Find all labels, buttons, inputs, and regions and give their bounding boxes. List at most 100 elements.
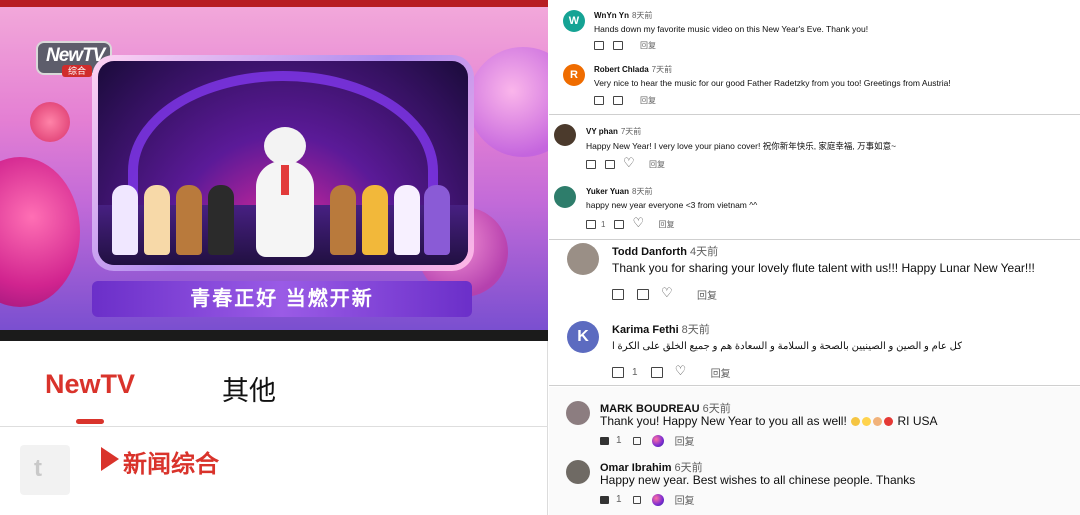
dislike-icon[interactable]	[632, 436, 641, 445]
reply-button[interactable]: 回复	[675, 492, 695, 507]
dancer-figure	[394, 185, 420, 255]
smile-emoji-icon	[862, 417, 872, 426]
decor-planet	[30, 102, 70, 142]
reply-button[interactable]: 回复	[697, 287, 717, 302]
decor-planet	[0, 157, 80, 307]
like-icon[interactable]	[612, 367, 624, 378]
top-accent-bar	[0, 0, 548, 7]
comment-text: Thank you! Happy New Year to you all as …	[600, 414, 938, 428]
avatar[interactable]	[566, 401, 590, 425]
avatar[interactable]	[554, 124, 576, 146]
heart-icon[interactable]	[661, 285, 673, 301]
reply-button[interactable]: 回复	[640, 95, 656, 106]
channel-thumbnail[interactable]: t	[20, 445, 70, 495]
like-icon[interactable]	[594, 41, 604, 50]
like-icon[interactable]	[612, 289, 624, 300]
dislike-icon[interactable]	[650, 367, 663, 378]
comment-actions: 1 回复	[600, 492, 695, 507]
avatar[interactable]	[554, 186, 576, 208]
reply-button[interactable]: 回复	[675, 433, 695, 448]
dislike-icon[interactable]	[637, 289, 649, 300]
avatar[interactable]: R	[563, 64, 585, 86]
comment-time: 8天前	[681, 324, 710, 336]
comment-text: Very nice to hear the music for our good…	[594, 78, 951, 88]
dancer-figure	[330, 185, 356, 255]
like-icon[interactable]	[600, 436, 609, 445]
comment-text: Happy new year. Best wishes to all chine…	[600, 473, 916, 487]
like-count: 1	[616, 494, 622, 505]
comment-actions: 回复	[594, 95, 656, 106]
reply-button[interactable]: 回复	[711, 365, 731, 380]
comment-text: happy new year everyone <3 from vietnam …	[586, 200, 758, 210]
comment-text: كل عام و الصين و الصينيين بالصحة و السلا…	[612, 341, 962, 352]
comment-author[interactable]: Karima Fethi 8天前	[612, 321, 710, 337]
comment-text: Hands down my favorite music video on th…	[594, 24, 869, 34]
comment-text-suffix: RI USA	[897, 414, 938, 428]
author-name[interactable]: Karima Fethi	[612, 324, 679, 336]
pray-emoji-icon	[873, 417, 883, 426]
author-name[interactable]: WnYn Yn	[594, 11, 629, 20]
comment-author[interactable]: Robert Chlada 7天前	[594, 64, 672, 75]
comment-actions: 1 回复	[600, 433, 695, 448]
heart-icon[interactable]	[623, 155, 635, 171]
bear-mascot	[250, 127, 320, 257]
reply-button[interactable]: 回复	[658, 219, 674, 230]
comment-group: MARK BOUDREAU 6天前 Thank you! Happy New Ye…	[549, 387, 1080, 515]
dislike-icon[interactable]	[613, 96, 623, 105]
reply-button[interactable]: 回复	[640, 40, 656, 51]
comment-actions: 回复	[594, 40, 656, 51]
reply-button[interactable]: 回复	[649, 159, 665, 170]
heart-emoji-icon	[884, 417, 894, 426]
like-icon[interactable]	[586, 160, 596, 169]
tab-newtv[interactable]: NewTV	[45, 369, 135, 400]
video-frame	[92, 55, 474, 271]
active-tab-indicator	[76, 419, 104, 424]
dislike-icon[interactable]	[614, 220, 625, 229]
comment-actions: 1 回复	[586, 215, 674, 231]
creator-heart-icon	[651, 434, 664, 447]
comment-actions: 回复	[586, 155, 665, 171]
heart-icon[interactable]	[675, 363, 687, 379]
dislike-icon[interactable]	[613, 41, 623, 50]
like-icon[interactable]	[586, 220, 596, 229]
channel-name[interactable]: 新闻综合	[123, 444, 219, 479]
comment-author[interactable]: Todd Danforth 4天前	[612, 243, 718, 259]
like-icon[interactable]	[600, 495, 609, 504]
dislike-icon[interactable]	[605, 160, 615, 169]
comment-text-main: Thank you! Happy New Year to you all as …	[600, 414, 847, 428]
avatar[interactable]	[567, 243, 599, 275]
comment-time: 4天前	[689, 246, 719, 258]
channel-tabs: NewTV 其他	[0, 341, 548, 427]
comment-text: Thank you for sharing your lovely flute …	[612, 261, 1035, 275]
tv-app-panel: NewTV 综合 青春正好 当燃开新 NewTV 其他 t 新闻综合	[0, 0, 548, 515]
dancer-figure	[144, 185, 170, 255]
channel-thumb-icon: t	[34, 455, 42, 482]
video-caption: 青春正好 当燃开新	[92, 281, 472, 317]
author-name[interactable]: Yuker Yuan	[586, 187, 629, 196]
dancer-figure	[208, 185, 234, 255]
avatar[interactable]: W	[563, 10, 585, 32]
like-icon[interactable]	[594, 96, 604, 105]
comment-actions: 回复	[612, 285, 717, 302]
creator-heart-icon	[651, 493, 664, 506]
dislike-icon[interactable]	[632, 495, 641, 504]
comment-author[interactable]: VY phan 7天前	[586, 126, 641, 137]
avatar[interactable]	[566, 460, 590, 484]
comment-group: Todd Danforth 4天前 Thank you for sharing y…	[549, 241, 1080, 386]
author-name[interactable]: VY phan	[586, 127, 618, 136]
comment-author[interactable]: Yuker Yuan 8天前	[586, 186, 652, 197]
dancer-figure	[112, 185, 138, 255]
author-name[interactable]: Todd Danforth	[612, 246, 687, 258]
author-name[interactable]: Robert Chlada	[594, 65, 649, 74]
video-player[interactable]: NewTV 综合 青春正好 当燃开新	[0, 7, 548, 330]
like-count: 1	[632, 367, 638, 378]
like-count: 1	[601, 220, 606, 229]
tab-other[interactable]: 其他	[222, 369, 276, 408]
video-bottom-bar	[0, 330, 548, 341]
comment-author[interactable]: WnYn Yn 8天前	[594, 10, 652, 21]
screen-root: NewTV 综合 青春正好 当燃开新 NewTV 其他 t 新闻综合 W WnY…	[0, 0, 1080, 515]
avatar[interactable]: K	[567, 321, 599, 353]
dancer-figure	[176, 185, 202, 255]
heart-icon[interactable]	[632, 215, 644, 231]
comment-time: 7天前	[620, 127, 642, 136]
